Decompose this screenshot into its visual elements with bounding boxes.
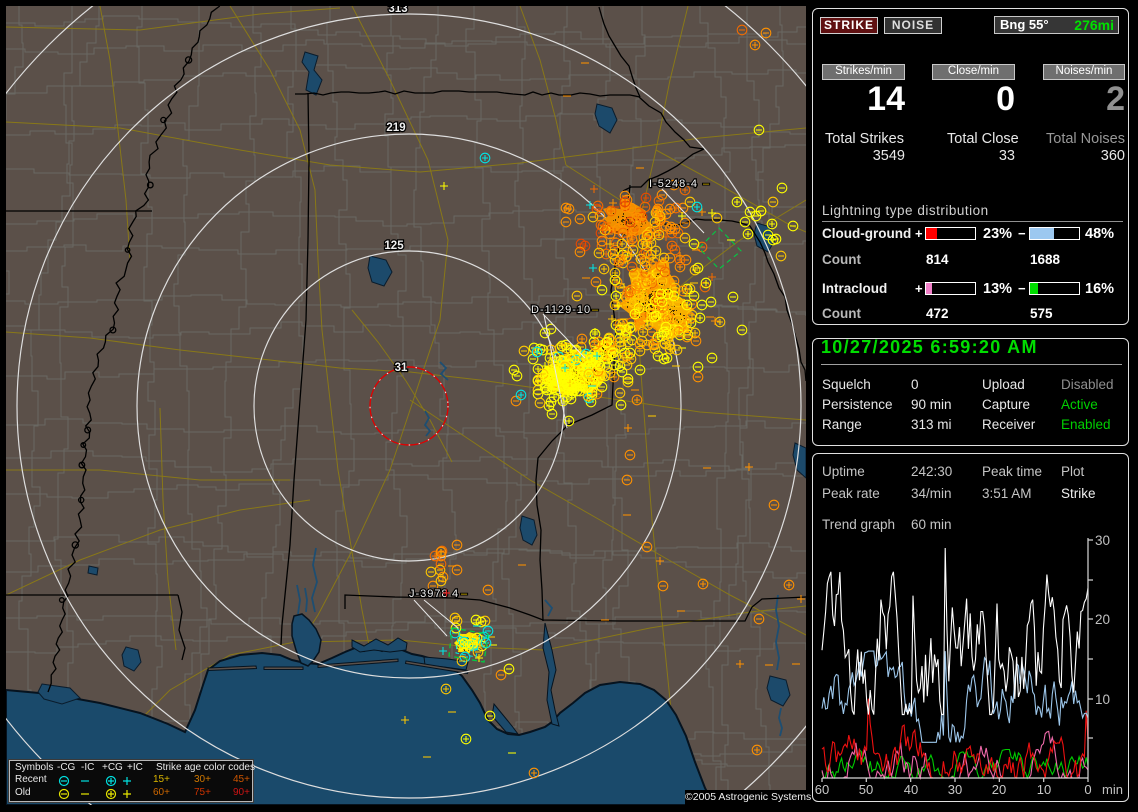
svg-text:–: –: [461, 588, 468, 600]
svg-text:10: 10: [1037, 782, 1051, 797]
svg-text:–: –: [592, 304, 599, 316]
svg-text:125: 125: [384, 240, 404, 252]
svg-text:4: 4: [452, 588, 459, 600]
svg-text:20: 20: [1095, 612, 1110, 627]
svg-text:I-5248-4: I-5248-4: [649, 178, 698, 190]
svg-text:31: 31: [395, 362, 408, 374]
svg-text:50: 50: [859, 782, 873, 797]
svg-text:313: 313: [388, 6, 407, 15]
svg-text:0: 0: [1084, 782, 1091, 797]
svg-text:J-3978: J-3978: [409, 588, 449, 600]
svg-text:10: 10: [1095, 692, 1110, 707]
svg-text:30: 30: [948, 782, 962, 797]
svg-text:min: min: [1102, 782, 1123, 797]
svg-text:40: 40: [904, 782, 918, 797]
svg-text:D-1129-10: D-1129-10: [531, 304, 591, 316]
svg-text:60: 60: [815, 782, 829, 797]
svg-text:20: 20: [992, 782, 1006, 797]
svg-text:30: 30: [1095, 533, 1110, 548]
svg-text:–: –: [703, 178, 710, 190]
svg-text:219: 219: [386, 122, 405, 134]
